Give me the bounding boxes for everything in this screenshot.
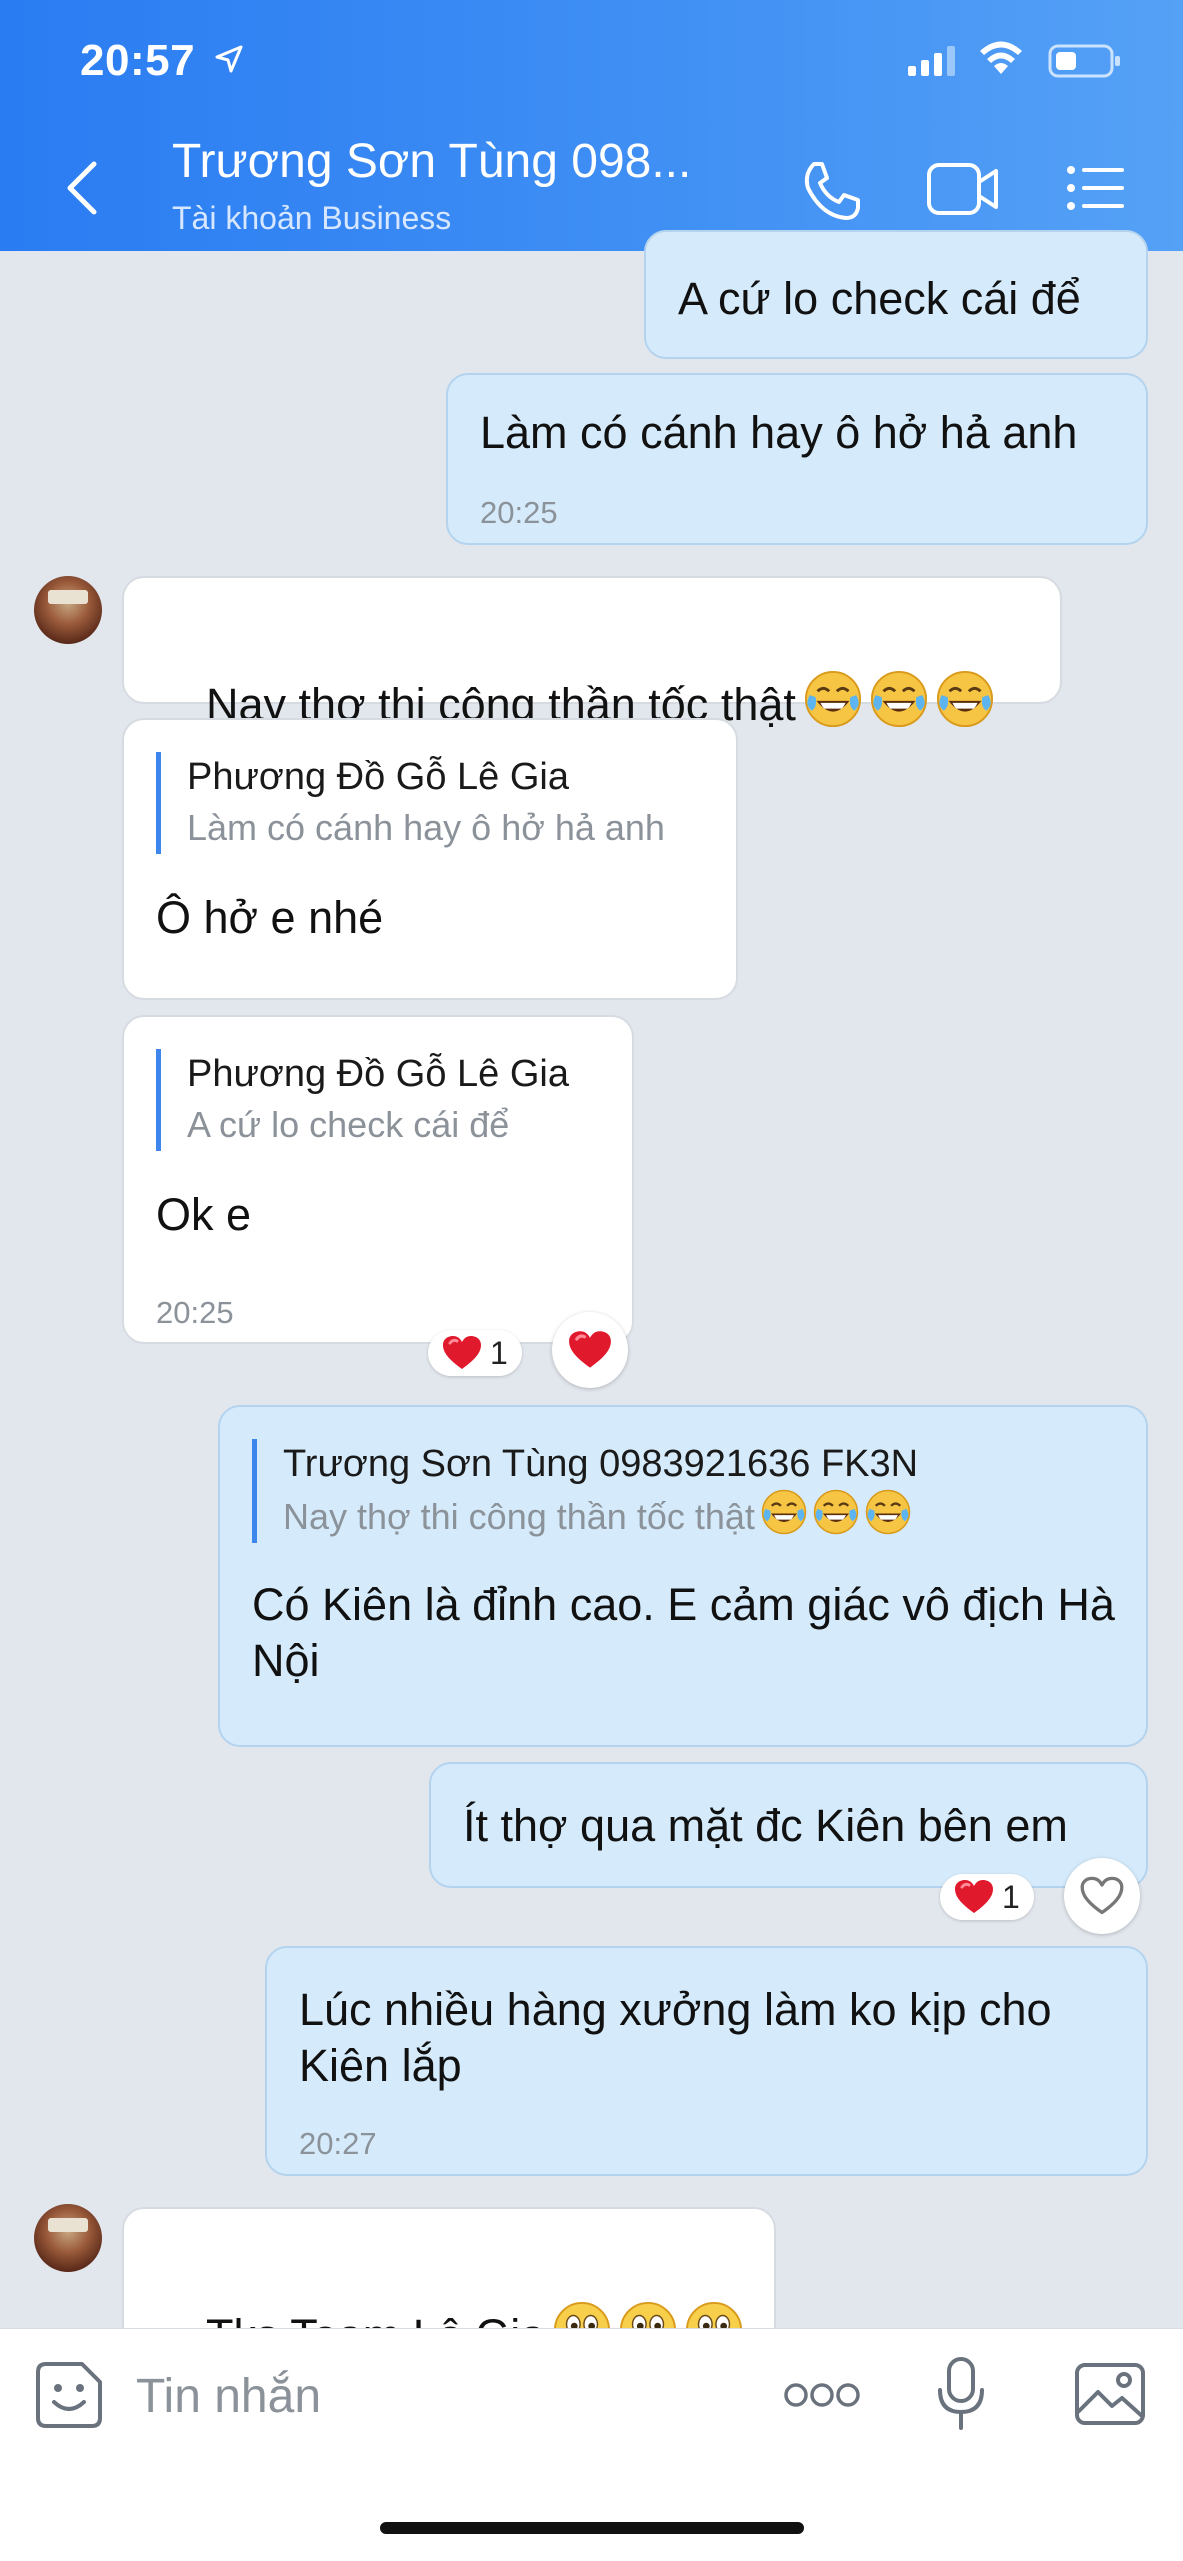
more-dots-icon[interactable] xyxy=(784,2380,860,2410)
tears-of-joy-emoji xyxy=(761,1489,807,1535)
message-bubble-outgoing-reply[interactable]: Trương Sơn Tùng 0983921636 FK3N Nay thợ … xyxy=(218,1405,1148,1747)
contact-avatar[interactable] xyxy=(34,2204,102,2272)
tears-of-joy-emoji xyxy=(870,670,928,728)
quote-author: Trương Sơn Tùng 0983921636 FK3N xyxy=(283,1443,919,1485)
quote-text: Nay thợ thi công thần tốc thật xyxy=(283,1489,1126,1543)
message-text: A cứ lo check cái để xyxy=(678,273,1081,324)
quote-text-content: Nay thợ thi công thần tốc thật xyxy=(283,1496,755,1537)
red-heart-emoji xyxy=(568,1330,612,1370)
heart-outline-icon xyxy=(1080,1876,1124,1915)
tears-of-joy-emoji xyxy=(804,670,862,728)
reply-quote[interactable]: Phương Đồ Gỗ Lê Gia Làm có cánh hay ô hở… xyxy=(156,752,716,854)
message-bubble-incoming[interactable]: Nay thợ thi công thần tốc thật xyxy=(122,576,1062,730)
reaction-button[interactable] xyxy=(552,1312,628,1388)
message-bubble-incoming-reply[interactable]: Phương Đồ Gỗ Lê Gia A cứ lo check cái để… xyxy=(122,1015,634,1344)
reaction-button[interactable] xyxy=(1064,1858,1140,1934)
message-bubble-outgoing[interactable]: Lúc nhiều hàng xưởng làm ko kịp cho Kiên… xyxy=(265,1946,1148,2176)
message-bubble-outgoing[interactable]: Ít thợ qua mặt đc Kiên bên em xyxy=(429,1762,1148,1888)
quote-author: Phương Đồ Gỗ Lê Gia xyxy=(187,756,570,798)
cellular-signal-icon xyxy=(908,46,955,76)
reaction-summary[interactable]: 1 xyxy=(940,1874,1034,1920)
location-arrow-icon xyxy=(215,45,243,73)
contact-avatar[interactable] xyxy=(34,576,102,644)
wifi-icon xyxy=(980,41,1022,74)
quote-author: Phương Đồ Gỗ Lê Gia xyxy=(187,1053,570,1095)
reaction-summary[interactable]: 1 xyxy=(428,1330,522,1376)
message-text: Có Kiên là đỉnh cao. E cảm giác vô địch … xyxy=(252,1579,1128,1686)
message-time: 20:25 xyxy=(480,495,558,530)
microphone-icon[interactable] xyxy=(936,2356,986,2432)
red-heart-emoji xyxy=(442,1335,482,1371)
quote-text: Làm có cánh hay ô hở hả anh xyxy=(187,807,665,848)
sticker-smile-icon[interactable] xyxy=(34,2360,104,2430)
chat-subtitle: Tài khoản Business xyxy=(172,200,452,236)
list-menu-icon[interactable] xyxy=(1066,166,1126,210)
message-bubble-outgoing[interactable]: Làm có cánh hay ô hở hả anh 20:25 xyxy=(446,373,1148,545)
red-heart-emoji xyxy=(954,1879,994,1915)
message-bubble-incoming[interactable]: Tks Team Lê Gia xyxy=(122,2207,776,2361)
battery-icon xyxy=(1048,44,1120,78)
status-time: 20:57 xyxy=(80,36,196,85)
message-time: 20:25 xyxy=(156,1295,234,1330)
reply-quote[interactable]: Phương Đồ Gỗ Lê Gia A cứ lo check cái để xyxy=(156,1049,612,1151)
message-text: Ok e xyxy=(156,1189,252,1240)
tears-of-joy-emoji xyxy=(813,1489,859,1535)
message-text: Làm có cánh hay ô hở hả anh xyxy=(480,407,1078,458)
message-time: 20:27 xyxy=(299,2126,377,2161)
image-icon[interactable] xyxy=(1074,2362,1146,2426)
reaction-count: 1 xyxy=(490,1335,508,1371)
quote-text: A cứ lo check cái để xyxy=(187,1104,510,1145)
phone-icon[interactable] xyxy=(800,160,862,222)
message-input[interactable] xyxy=(134,2360,658,2432)
tears-of-joy-emoji xyxy=(936,670,994,728)
reaction-count: 1 xyxy=(1002,1879,1020,1915)
video-camera-icon[interactable] xyxy=(926,162,1000,216)
chat-header: 20:57 Trương Sơn Tùng 098... Tài khoản B… xyxy=(0,0,1183,251)
back-chevron-icon[interactable] xyxy=(60,158,104,218)
message-bubble-outgoing[interactable]: A cứ lo check cái để xyxy=(644,230,1148,359)
message-text: Ít thợ qua mặt đc Kiên bên em xyxy=(463,1800,1068,1851)
tears-of-joy-emoji xyxy=(865,1489,911,1535)
chat-title[interactable]: Trương Sơn Tùng 098... xyxy=(172,134,691,189)
home-indicator xyxy=(380,2522,804,2534)
message-bubble-incoming-reply[interactable]: Phương Đồ Gỗ Lê Gia Làm có cánh hay ô hở… xyxy=(122,718,738,1000)
message-text: Ô hở e nhé xyxy=(156,892,384,943)
reply-quote[interactable]: Trương Sơn Tùng 0983921636 FK3N Nay thợ … xyxy=(252,1439,1126,1543)
message-text: Lúc nhiều hàng xưởng làm ko kịp cho Kiên… xyxy=(299,1984,1065,2091)
